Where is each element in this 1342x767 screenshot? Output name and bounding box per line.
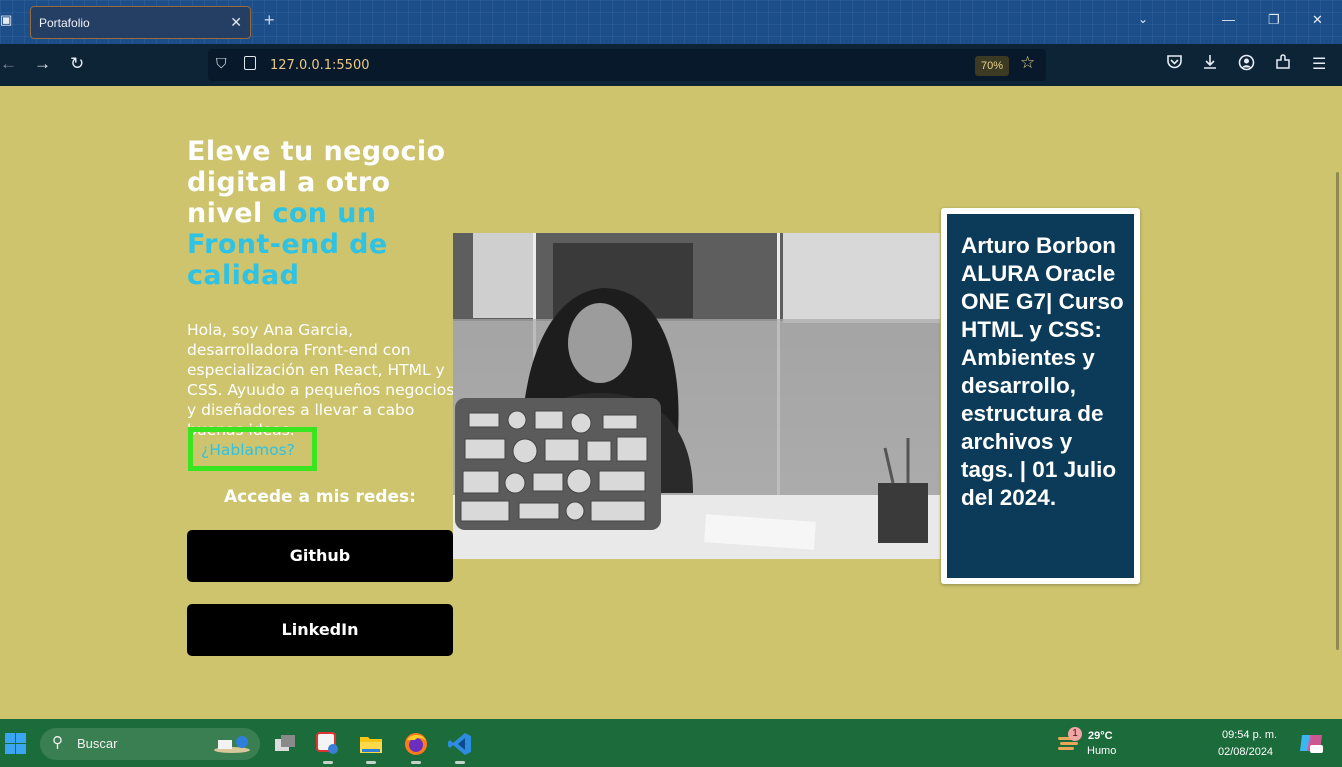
social-title: Accede a mis redes: bbox=[224, 487, 416, 507]
info-card: Arturo Borbon ALURA Oracle ONE G7| Curso… bbox=[941, 208, 1140, 584]
page-scrollbar[interactable] bbox=[1336, 172, 1339, 650]
running-indicator bbox=[366, 761, 376, 764]
intro-paragraph: Hola, soy Ana Garcia, desarrolladora Fro… bbox=[187, 321, 455, 439]
talk-link[interactable]: ¿Hablamos? bbox=[201, 441, 295, 459]
snipping-tool-icon[interactable] bbox=[315, 731, 341, 757]
running-indicator bbox=[323, 761, 333, 764]
linkedin-button[interactable]: LinkedIn bbox=[187, 604, 453, 656]
notification-badge: 1 bbox=[1068, 727, 1082, 741]
file-explorer-icon[interactable] bbox=[358, 731, 384, 757]
restore-icon[interactable]: ❐ bbox=[1268, 12, 1280, 28]
url-text[interactable]: 127.0.0.1:5500 bbox=[270, 58, 370, 73]
running-indicator bbox=[455, 761, 465, 764]
task-view-icon[interactable] bbox=[272, 731, 298, 757]
taskbar-search[interactable]: ⚲ Buscar bbox=[40, 728, 260, 760]
page-info-icon[interactable] bbox=[244, 56, 256, 70]
tab-list-icon[interactable]: ▣ bbox=[0, 12, 14, 32]
browser-nav-bar: ← → ↻ ⛉ 127.0.0.1:5500 70% ☆ ☰ bbox=[0, 44, 1342, 86]
info-card-inner: Arturo Borbon ALURA Oracle ONE G7| Curso… bbox=[947, 214, 1134, 578]
bookmark-star-icon[interactable]: ☆ bbox=[1020, 53, 1035, 73]
talk-link-highlight[interactable]: ¿Hablamos? bbox=[188, 427, 317, 471]
address-bar[interactable]: ⛉ 127.0.0.1:5500 70% ☆ bbox=[208, 49, 1046, 81]
browser-tab-bar: ▣ Portafolio ✕ + ⌄ — ❐ ✕ bbox=[0, 0, 1342, 44]
vscode-icon[interactable] bbox=[447, 731, 473, 757]
window-close-icon[interactable]: ✕ bbox=[1312, 12, 1323, 28]
windows-start-icon[interactable] bbox=[5, 733, 26, 754]
clock-date[interactable]: 02/08/2024 bbox=[1218, 746, 1273, 758]
back-arrow-icon[interactable]: ← bbox=[0, 54, 17, 74]
hero-headline: Eleve tu negocio digital a otro nivel co… bbox=[187, 136, 457, 291]
hero-photo bbox=[453, 233, 940, 559]
taskbar: ⚲ Buscar 1 29°C Humo 09:54 p. m. 02/08/2… bbox=[0, 719, 1342, 767]
chevron-down-icon[interactable]: ⌄ bbox=[1138, 12, 1148, 26]
tab-portafolio[interactable]: Portafolio ✕ bbox=[30, 6, 251, 39]
close-icon[interactable]: ✕ bbox=[230, 14, 242, 31]
extensions-icon[interactable] bbox=[1275, 54, 1291, 75]
search-highlight-icon bbox=[214, 736, 250, 753]
weather-temperature[interactable]: 29°C bbox=[1088, 730, 1113, 742]
clock-time[interactable]: 09:54 p. m. bbox=[1222, 729, 1277, 741]
search-placeholder[interactable]: Buscar bbox=[77, 736, 117, 751]
github-button[interactable]: Github bbox=[187, 530, 453, 582]
info-card-text: Arturo Borbon ALURA Oracle ONE G7| Curso… bbox=[961, 233, 1124, 510]
weather-condition[interactable]: Humo bbox=[1087, 745, 1116, 757]
download-icon[interactable] bbox=[1202, 54, 1218, 75]
new-tab-plus-icon[interactable]: + bbox=[264, 10, 275, 31]
tab-title: Portafolio bbox=[39, 16, 90, 30]
account-icon[interactable] bbox=[1238, 54, 1255, 76]
reload-icon[interactable]: ↻ bbox=[70, 54, 84, 74]
copilot-icon[interactable] bbox=[1298, 731, 1324, 755]
running-indicator bbox=[411, 761, 421, 764]
pocket-icon[interactable] bbox=[1166, 54, 1183, 75]
firefox-icon[interactable] bbox=[403, 731, 429, 757]
menu-icon[interactable]: ☰ bbox=[1312, 54, 1326, 74]
zoom-indicator[interactable]: 70% bbox=[975, 56, 1009, 76]
shield-icon[interactable]: ⛉ bbox=[216, 55, 227, 72]
search-icon: ⚲ bbox=[52, 734, 63, 751]
minimize-icon[interactable]: — bbox=[1222, 12, 1235, 27]
forward-arrow-icon[interactable]: → bbox=[34, 54, 51, 74]
